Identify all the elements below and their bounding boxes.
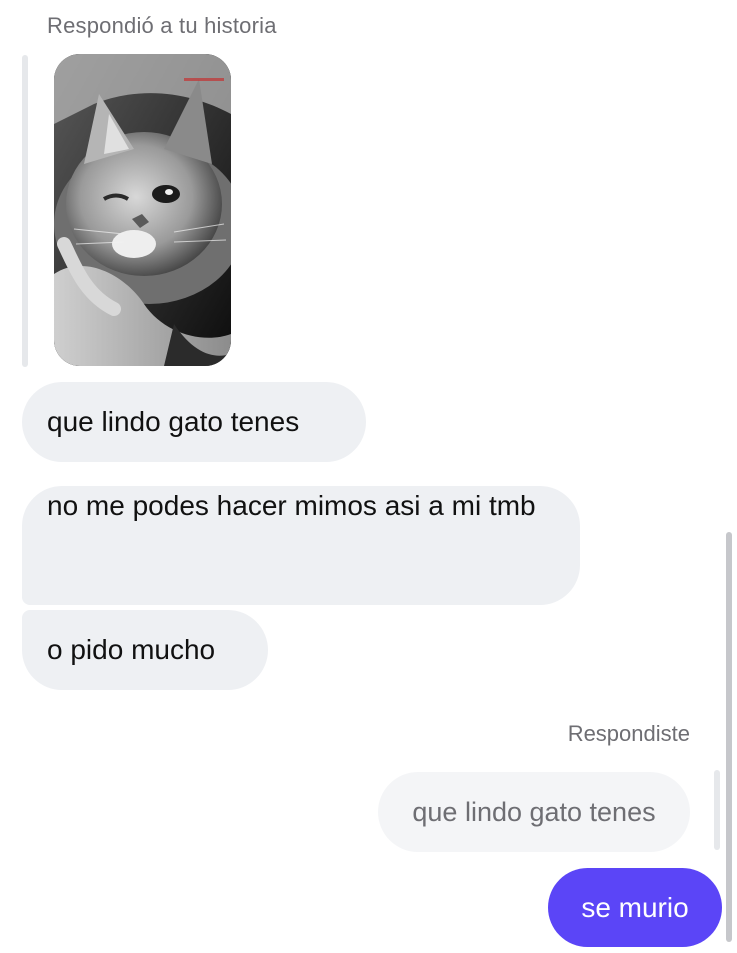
message-bubble-incoming[interactable]: o pido mucho	[22, 610, 268, 690]
message-bubble-incoming[interactable]: que lindo gato tenes	[22, 382, 366, 462]
quoted-reply-bubble[interactable]: que lindo gato tenes	[378, 772, 690, 852]
cat-photo-image	[54, 54, 231, 366]
message-bubble-incoming[interactable]: no me podes hacer mimos asi a mi tmb	[22, 486, 580, 605]
story-thumbnail[interactable]	[54, 54, 231, 366]
story-reply-caption: Respondió a tu historia	[47, 13, 277, 38]
message-bubble-outgoing[interactable]: se murio	[548, 868, 722, 947]
reply-quote-bar	[714, 770, 720, 850]
reply-caption: Respondiste	[567, 721, 690, 746]
story-quote-bar	[22, 55, 28, 367]
scrollbar[interactable]	[726, 532, 732, 942]
